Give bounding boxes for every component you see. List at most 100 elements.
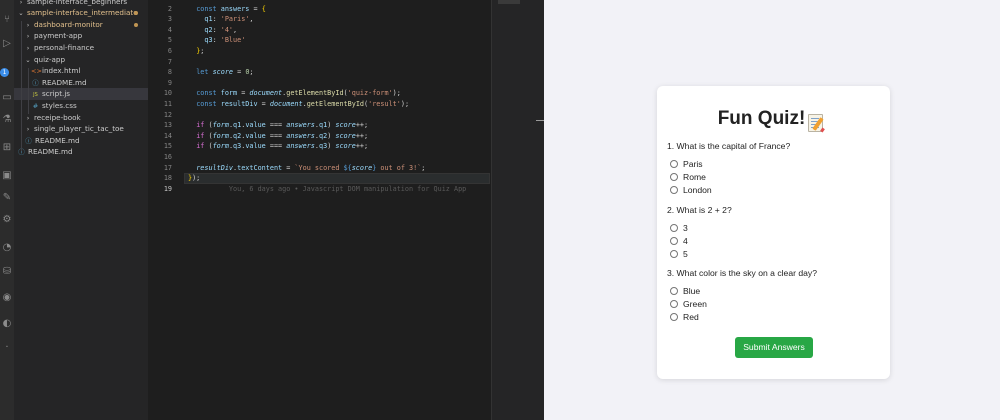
pen-icon[interactable]: ✎ — [1, 192, 13, 204]
option-label: Blue — [683, 286, 701, 296]
answer-option[interactable]: Rome — [670, 171, 706, 183]
modified-dot — [134, 22, 138, 27]
option-label: London — [683, 185, 712, 196]
code-line[interactable]: q2: '4', — [188, 25, 237, 36]
option-label: 3 — [683, 223, 688, 233]
more-icon[interactable]: · — [1, 342, 13, 354]
answer-option[interactable]: Green — [670, 298, 707, 310]
tree-file[interactable]: ⓘ README.md — [14, 77, 148, 89]
docker-icon[interactable]: ▣ — [1, 170, 13, 182]
quiz-title: Fun Quiz! — [717, 108, 806, 129]
indent-guide — [28, 68, 29, 114]
code-line[interactable]: }; — [188, 46, 204, 57]
file-explorer: › sample-interface_beginners ⌄ sample-inter… — [14, 0, 148, 420]
tree-item-label: styles.css — [42, 100, 77, 110]
line-number: 14 — [163, 131, 172, 140]
git-blame-annotation[interactable]: You, 6 days ago • Javascript DOM manipul… — [188, 184, 466, 195]
radio-button[interactable] — [670, 159, 678, 168]
radio-button[interactable] — [670, 172, 678, 181]
answer-option[interactable]: London — [670, 184, 712, 196]
line-number: 12 — [163, 110, 172, 119]
code-line[interactable]: resultDiv.textContent = `You scored ${sc… — [188, 163, 425, 174]
code-line[interactable]: if (form.q1.value === answers.q1) score+… — [188, 120, 368, 131]
line-number: 2 — [167, 4, 172, 13]
tree-folder[interactable]: › receipe-book — [14, 112, 148, 124]
run-debug-icon[interactable]: ▷ — [1, 38, 13, 50]
option-label: Green — [683, 299, 707, 310]
github-icon[interactable]: ◉ — [1, 292, 13, 304]
extensions-icon[interactable]: ⊞ — [1, 142, 13, 154]
line-number: 3 — [167, 15, 172, 24]
tree-folder[interactable]: › payment-app — [14, 30, 148, 42]
line-number: 18 — [163, 174, 172, 183]
tree-item-label: single_player_tic_tac_toe — [34, 124, 124, 134]
question-text: 3. What color is the sky on a clear day? — [667, 268, 817, 278]
line-number: 6 — [167, 46, 172, 55]
line-number: 8 — [167, 68, 172, 77]
line-number: 13 — [163, 121, 172, 130]
tree-folder[interactable]: ⌄ sample-interface_intermediate — [14, 7, 148, 19]
database-icon[interactable]: ⛁ — [1, 266, 13, 278]
browser-preview: Fun Quiz! 1. What is the capital of Fran… — [544, 0, 1000, 420]
code-line[interactable]: q1: 'Paris', — [188, 14, 253, 25]
timeline-icon[interactable]: ◔ — [1, 242, 13, 254]
code-line[interactable]: const resultDiv = document.getElementByI… — [188, 99, 409, 110]
minimap[interactable] — [491, 0, 545, 420]
remote-explorer-icon[interactable]: ▭ — [1, 92, 13, 104]
code-line[interactable]: }); — [188, 173, 200, 184]
code-editor[interactable]: 2 const answers = { 3 q1: 'Paris', 4 q2: '… — [148, 0, 491, 420]
tree-item-label: dashboard-monitor — [34, 19, 103, 29]
tree-folder[interactable]: › sample-interface_beginners — [14, 0, 148, 7]
line-number: 4 — [167, 25, 172, 34]
tree-file[interactable]: ⓘ README.md — [14, 146, 148, 158]
pencil-tip-icon — [820, 127, 825, 133]
testing-icon[interactable]: ⚗ — [1, 114, 13, 126]
minimap-slider[interactable] — [536, 120, 544, 121]
minimap-content — [498, 0, 520, 4]
code-line[interactable]: q3: 'Blue' — [188, 35, 245, 46]
question-text: 2. What is 2 + 2? — [667, 205, 732, 215]
copilot-icon[interactable]: ◐ — [1, 318, 13, 330]
activity-bar: ⑂ ▷ 1 ▭ ⚗ ⊞ ▣ ✎ ⚙ ◔ ⛁ ◉ ◐ · — [0, 0, 14, 420]
indent-guide — [21, 21, 22, 151]
line-number: 11 — [163, 99, 172, 108]
tree-folder[interactable]: › dashboard-monitor — [14, 19, 148, 31]
answer-option[interactable]: Blue — [670, 285, 700, 297]
line-number: 19 — [163, 184, 172, 193]
tree-item-label: README.md — [42, 77, 87, 87]
code-line[interactable]: let score = 0; — [188, 67, 253, 78]
tree-item-label: sample-interface_intermediate — [27, 8, 138, 18]
tree-folder[interactable]: ⌄ quiz-app — [14, 54, 148, 66]
tree-item-label: script.js — [42, 89, 71, 99]
answer-option[interactable]: 5 — [670, 248, 688, 260]
code-line[interactable]: if (form.q2.value === answers.q2) score+… — [188, 131, 368, 142]
answer-option[interactable]: Paris — [670, 158, 703, 170]
answer-option[interactable]: Red — [670, 311, 699, 323]
line-number: 17 — [163, 163, 172, 172]
tree-file[interactable]: # styles.css — [14, 100, 148, 112]
radio-button[interactable] — [670, 313, 678, 322]
tree-file[interactable]: <>index.html — [14, 65, 148, 77]
radio-button[interactable] — [670, 223, 678, 232]
source-control-icon[interactable]: ⑂ — [1, 14, 13, 26]
current-line-highlight — [184, 173, 490, 184]
tree-file[interactable]: ⓘ README.md — [14, 135, 148, 147]
option-label: Paris — [683, 159, 703, 169]
radio-button[interactable] — [670, 236, 678, 245]
answer-option[interactable]: 4 — [670, 235, 688, 247]
tree-file[interactable]: JS script.js — [14, 88, 148, 100]
option-label: Red — [683, 312, 699, 323]
code-line[interactable]: if (form.q3.value === answers.q3) score+… — [188, 141, 368, 152]
tree-folder[interactable]: › personal-finance — [14, 42, 148, 54]
radio-button[interactable] — [670, 186, 678, 195]
submit-answers-button[interactable]: Submit Answers — [735, 337, 813, 358]
radio-button[interactable] — [670, 250, 678, 259]
gear-icon[interactable]: ⚙ — [1, 214, 13, 226]
radio-button[interactable] — [670, 299, 678, 308]
code-line[interactable]: const answers = { — [188, 4, 266, 15]
code-line[interactable]: const form = document.getElementById('qu… — [188, 88, 401, 99]
answer-option[interactable]: 3 — [670, 222, 688, 234]
line-number: 7 — [167, 57, 172, 66]
radio-button[interactable] — [670, 286, 678, 295]
tree-folder[interactable]: › single_player_tic_tac_toe — [14, 123, 148, 135]
